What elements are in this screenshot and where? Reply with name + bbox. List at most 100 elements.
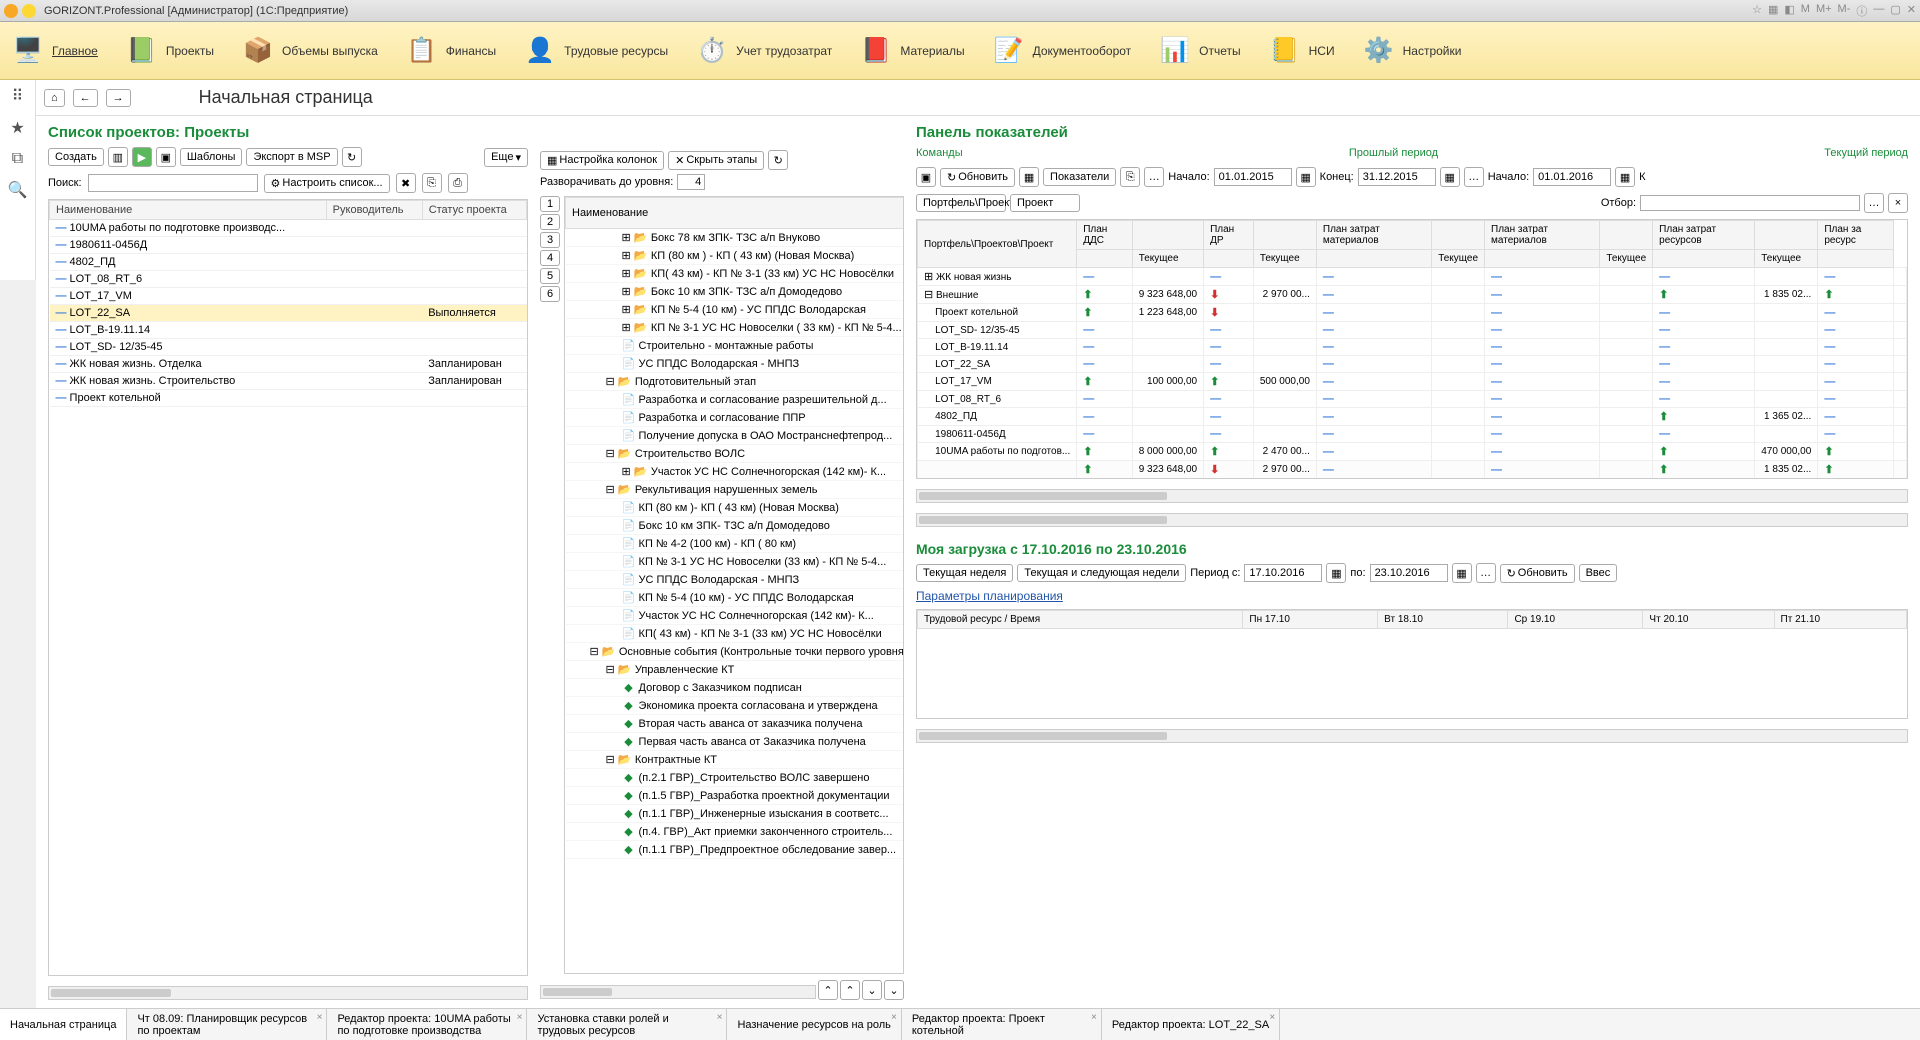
- project-row[interactable]: — 1980611-0456Д: [50, 237, 527, 254]
- tree-row[interactable]: ◆ (п.1.1 ГВР)_Предпроектное обследование…: [566, 841, 905, 859]
- current-week-button[interactable]: Текущая неделя: [916, 564, 1013, 582]
- projects-grid[interactable]: НаименованиеРуководительСтатус проекта —…: [48, 199, 528, 976]
- home-button[interactable]: ⌂: [44, 89, 65, 107]
- icon-button[interactable]: ⎘: [1120, 167, 1140, 187]
- indicator-row[interactable]: LOT_B-19.11.14——————: [918, 339, 1907, 356]
- planning-params-link[interactable]: Параметры планирования: [916, 589, 1908, 603]
- tree-row[interactable]: ⊞ 📂 Бокс 10 км ЗПК- ТЗС а/п Домодедово: [566, 283, 905, 301]
- tree-row[interactable]: 📄 Участок УС НС Солнечногорская (142 км)…: [566, 607, 905, 625]
- tree-row[interactable]: ◆ (п.2.1 ГВР)_Строительство ВОЛС заверше…: [566, 769, 905, 787]
- calendar-icon[interactable]: ▦: [1440, 167, 1460, 187]
- tree-row[interactable]: 📄 УС ППДС Володарская - МНПЗ: [566, 355, 905, 373]
- more-button[interactable]: Еще ▾: [484, 148, 528, 167]
- tree-row[interactable]: 📄 КП № 5-4 (10 км) - УС ППДС Володарская: [566, 589, 905, 607]
- refresh-button[interactable]: ↻ Обновить: [1500, 564, 1575, 583]
- calendar-icon[interactable]: ▦: [1615, 167, 1635, 187]
- icon-button[interactable]: ▣: [916, 167, 936, 187]
- scrollbar[interactable]: [916, 489, 1908, 503]
- project-row[interactable]: — 10UMA работы по подготовке производс..…: [50, 220, 527, 237]
- back-button[interactable]: ←: [73, 89, 98, 107]
- bottom-tab[interactable]: Редактор проекта: 10UMA работы по подгот…: [327, 1009, 527, 1040]
- tree-row[interactable]: ◆ Первая часть аванса от Заказчика получ…: [566, 733, 905, 751]
- tree-row[interactable]: 📄 УС ППДС Володарская - МНПЗ: [566, 571, 905, 589]
- indicator-row[interactable]: 4802_ПД————⬆1 365 02...—: [918, 408, 1907, 426]
- sys-icon[interactable]: M+: [1816, 3, 1832, 19]
- project-row[interactable]: — LOT_17_VM: [50, 288, 527, 305]
- level-4[interactable]: 4: [540, 250, 560, 266]
- col-header[interactable]: Руководитель: [326, 201, 422, 220]
- hide-stages-button[interactable]: ✕ Скрыть этапы: [668, 151, 764, 170]
- copy-icon[interactable]: ⧉: [12, 150, 23, 168]
- close-tab-icon[interactable]: ×: [717, 1012, 723, 1023]
- tree-row[interactable]: ⊟ 📂 Основные события (Контрольные точки …: [566, 643, 905, 661]
- tree-row[interactable]: ⊟ 📂 Рекультивация нарушенных земель: [566, 481, 905, 499]
- tree-row[interactable]: ◆ Экономика проекта согласована и утверж…: [566, 697, 905, 715]
- tree-row[interactable]: ⊟ 📂 Строительство ВОЛС: [566, 445, 905, 463]
- enter-button[interactable]: Ввес: [1579, 564, 1618, 582]
- project-row[interactable]: — LOT_B-19.11.14: [50, 322, 527, 339]
- close-icon[interactable]: ✕: [1907, 3, 1916, 19]
- icon-button[interactable]: ⌄: [884, 980, 904, 1000]
- calendar-icon[interactable]: ▦: [1296, 167, 1316, 187]
- bottom-tab[interactable]: Редактор проекта: LOT_22_SA×: [1102, 1009, 1280, 1040]
- icon-button[interactable]: …: [1464, 167, 1484, 187]
- icon-button[interactable]: ▦: [1019, 167, 1039, 187]
- project-button[interactable]: Проект: [1010, 194, 1080, 212]
- templates-button[interactable]: Шаблоны: [180, 148, 243, 166]
- calendar-icon[interactable]: ▦: [1326, 563, 1346, 583]
- scrollbar[interactable]: [540, 985, 816, 999]
- minimize-icon[interactable]: —: [1873, 3, 1884, 19]
- export-button[interactable]: Экспорт в MSP: [246, 148, 337, 166]
- bottom-tab[interactable]: Начальная страница: [0, 1009, 127, 1040]
- sys-icon[interactable]: ⓘ: [1856, 3, 1867, 19]
- tree-row[interactable]: ◆ Вторая часть аванса от заказчика получ…: [566, 715, 905, 733]
- level-3[interactable]: 3: [540, 232, 560, 248]
- scrollbar[interactable]: [916, 513, 1908, 527]
- tree-row[interactable]: ◆ (п.1.1 ГВР)_Инженерные изыскания в соо…: [566, 805, 905, 823]
- settings-list-button[interactable]: ⚙ Настроить список...: [264, 174, 390, 193]
- nav-Отчеты[interactable]: 📊Отчеты: [1159, 35, 1240, 67]
- curr-start-input[interactable]: [1533, 168, 1611, 186]
- icon-button[interactable]: ⌃: [840, 980, 860, 1000]
- icon-button[interactable]: ↻: [342, 147, 362, 167]
- tree-grid[interactable]: Наименование Номер ст... ⊞ 📂 Бокс 78 км …: [564, 196, 904, 974]
- nav-Финансы[interactable]: 📋Финансы: [406, 35, 496, 67]
- create-button[interactable]: Создать: [48, 148, 104, 166]
- icon-button[interactable]: ▣: [156, 147, 176, 167]
- tree-row[interactable]: 📄 Получение допуска в ОАО Мостранснефтеп…: [566, 427, 905, 445]
- project-row[interactable]: — LOT_08_RT_6: [50, 271, 527, 288]
- tree-row[interactable]: ◆ (п.1.5 ГВР)_Разработка проектной докум…: [566, 787, 905, 805]
- tree-row[interactable]: ⊞ 📂 КП( 43 км) - КП № 3-1 (33 км) УС НС …: [566, 265, 905, 283]
- col-header[interactable]: Наименование: [50, 201, 327, 220]
- nav-Материалы[interactable]: 📕Материалы: [860, 35, 964, 67]
- bottom-tab[interactable]: Установка ставки ролей и трудовых ресурс…: [527, 1009, 727, 1040]
- tree-row[interactable]: 📄 КП № 3-1 УС НС Новоселки (33 км) - КП …: [566, 553, 905, 571]
- nav-НСИ[interactable]: 📒НСИ: [1269, 35, 1335, 67]
- tree-row[interactable]: ⊞ 📂 Бокс 78 км ЗПК- ТЗС а/п Внуково: [566, 229, 905, 247]
- tree-row[interactable]: ◆ (п.4. ГВР)_Акт приемки законченного ст…: [566, 823, 905, 841]
- tree-row[interactable]: ⊟ 📂 Контрактные КТ: [566, 751, 905, 769]
- indicator-row[interactable]: ⊞ ЖК новая жизнь——————: [918, 268, 1907, 286]
- grid-icon[interactable]: ⠿: [12, 86, 24, 106]
- refresh-icon[interactable]: ↻: [768, 150, 788, 170]
- nav-Документооборот[interactable]: 📝Документооборот: [993, 35, 1132, 67]
- expand-level-input[interactable]: [677, 174, 705, 190]
- sys-icon[interactable]: ☆: [1752, 3, 1762, 19]
- clear-icon[interactable]: ×: [1888, 193, 1908, 213]
- close-tab-icon[interactable]: ×: [1269, 1012, 1275, 1023]
- icon-button[interactable]: ⌃: [818, 980, 838, 1000]
- indicator-row[interactable]: ⊟ Внешние⬆9 323 648,00⬇2 970 00...——⬆1 8…: [918, 286, 1907, 304]
- maximize-icon[interactable]: ▢: [1890, 3, 1900, 19]
- level-6[interactable]: 6: [540, 286, 560, 302]
- tree-row[interactable]: 📄 Разработка и согласование разрешительн…: [566, 391, 905, 409]
- sys-icon[interactable]: ▦: [1768, 3, 1778, 19]
- nav-Учет трудозатрат[interactable]: ⏱️Учет трудозатрат: [696, 35, 832, 67]
- indicator-row[interactable]: 1980611-0456Д——————: [918, 426, 1907, 443]
- tree-row[interactable]: 📄 Разработка и согласование ППР: [566, 409, 905, 427]
- tree-row[interactable]: ◆ Договор с Заказчиком подписан: [566, 679, 905, 697]
- schedule-grid[interactable]: Трудовой ресурс / ВремяПн 17.10Вт 18.10С…: [916, 609, 1908, 719]
- tree-row[interactable]: ⊞ 📂 КП (80 км ) - КП ( 43 км) (Новая Мос…: [566, 247, 905, 265]
- bottom-tab[interactable]: Чт 08.09: Планировщик ресурсов по проект…: [127, 1009, 327, 1040]
- tree-row[interactable]: 📄 КП № 4-2 (100 км) - КП ( 80 км): [566, 535, 905, 553]
- icon-button[interactable]: …: [1864, 193, 1884, 213]
